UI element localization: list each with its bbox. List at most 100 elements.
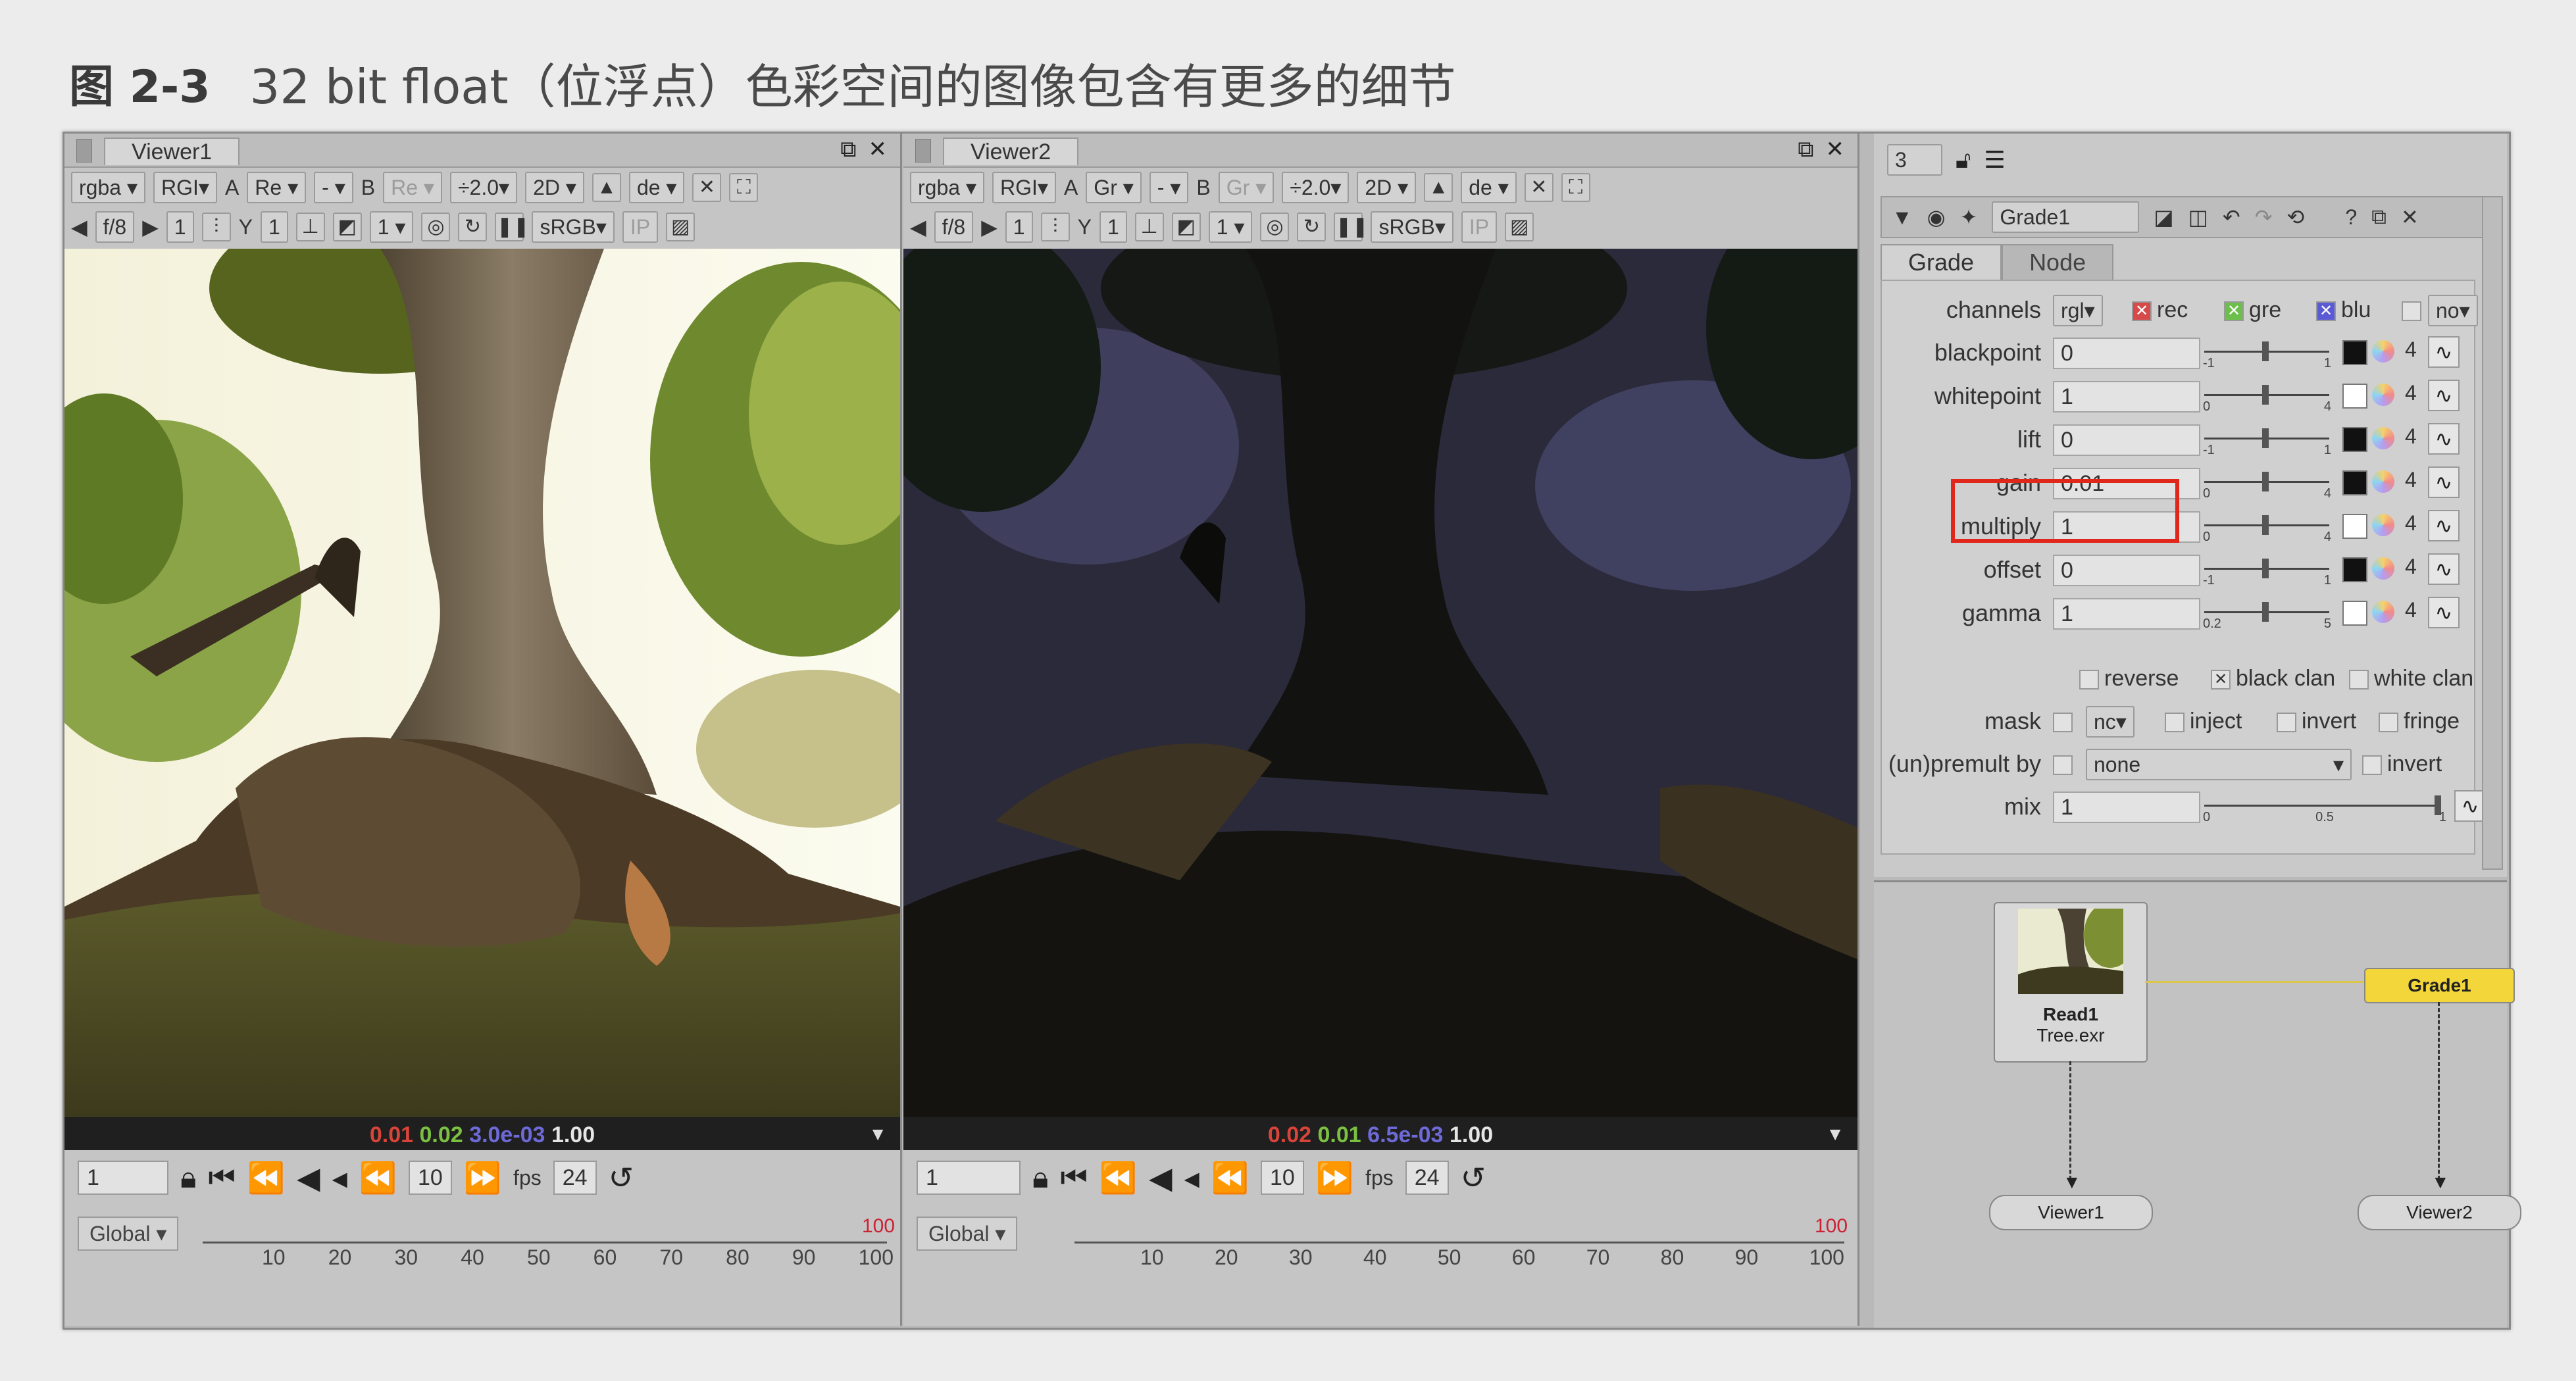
grade-node[interactable]: Grade1 [2364, 968, 2515, 1003]
input-process-icon[interactable]: ◩ [1171, 213, 1201, 241]
viewer2-image[interactable] [903, 249, 1857, 1117]
node-graph[interactable]: Read1 Tree.exr Grade1 ▼ ▼ Viewer1 Viewer… [1874, 880, 2521, 1328]
channel-count-button[interactable]: 4 [2405, 424, 2417, 449]
channel-count-button[interactable]: 4 [2405, 555, 2417, 579]
channels-dropdown[interactable]: rgl▾ [2053, 295, 2103, 326]
clear-panels-icon[interactable]: ☰ [1984, 146, 2005, 174]
b-input-dropdown[interactable]: Re ▾ [383, 172, 442, 203]
viewer2-node[interactable]: Viewer2 [2358, 1195, 2521, 1230]
camera-icon[interactable]: ▲ [592, 173, 621, 202]
viewer2-timeline[interactable]: Global ▾ 100 10 20 30 40 50 60 70 80 90 100 [903, 1213, 1857, 1269]
whitepoint-field[interactable]: 1 [2053, 381, 2200, 413]
max-panels-field[interactable]: 3 [1887, 144, 1942, 176]
loop-icon[interactable]: ↺ [1461, 1160, 1486, 1195]
info-expand-icon[interactable]: ▼ [1826, 1124, 1844, 1145]
inject-checkbox[interactable]: inject [2165, 709, 2242, 734]
fstop-field[interactable]: f/8 [934, 211, 974, 243]
input-dropdown[interactable]: 1 ▾ [369, 211, 414, 243]
premult-dropdown[interactable]: none ▾ [2086, 749, 2352, 780]
panel-grip-icon[interactable] [915, 139, 931, 163]
animation-curve-icon[interactable]: ∿ [2428, 597, 2460, 628]
node-color2-icon[interactable]: ◫ [2188, 205, 2208, 230]
next-stop-icon[interactable]: ▶ [142, 214, 159, 239]
whitepoint-color-swatch[interactable] [2342, 384, 2367, 409]
first-frame-icon[interactable]: ⏮ [208, 1159, 235, 1196]
lut-dropdown[interactable]: RGI▾ [992, 172, 1056, 203]
lift-color-swatch[interactable] [2342, 427, 2367, 452]
fps-field[interactable]: 24 [1405, 1161, 1449, 1195]
clipping-warning-icon[interactable]: ▨ [1505, 213, 1534, 241]
color-wheel-icon[interactable] [2372, 340, 2394, 363]
channel-count-button[interactable]: 4 [2405, 381, 2417, 405]
refresh-icon[interactable]: ↻ [1297, 213, 1326, 241]
blackpoint-slider[interactable] [2204, 341, 2329, 361]
float-panel-icon[interactable]: ⧉ [840, 137, 856, 162]
fringe-checkbox[interactable]: fringe [2379, 709, 2460, 734]
gamma-field[interactable]: 1 [260, 211, 288, 243]
prev-keyframe-icon[interactable]: ⏪ [1099, 1160, 1137, 1196]
channels-dropdown[interactable]: rgba ▾ [71, 172, 145, 203]
help-icon[interactable]: ? [2345, 205, 2357, 230]
loop-icon[interactable]: ↺ [609, 1160, 634, 1195]
prev-frame-icon[interactable]: ◀ [1149, 1160, 1172, 1195]
red-channel-toggle[interactable]: ✕ rec [2132, 297, 2188, 323]
gain-field[interactable]: 1 [1005, 211, 1033, 243]
step-increment-field[interactable]: 10 [1260, 1161, 1304, 1195]
prev-frame-icon[interactable]: ◀ [297, 1160, 320, 1195]
offset-slider[interactable] [2204, 559, 2329, 578]
animation-curve-icon[interactable]: ∿ [2428, 423, 2460, 455]
channels-dropdown[interactable]: rgba ▾ [910, 172, 984, 203]
fps-field[interactable]: 24 [553, 1161, 597, 1195]
blue-channel-toggle[interactable]: ✕ blu [2316, 297, 2371, 323]
a-input-dropdown[interactable]: Gr ▾ [1086, 172, 1142, 203]
fullscreen-icon[interactable]: ⛶ [729, 173, 759, 202]
fstop-field[interactable]: f/8 [95, 211, 135, 243]
black-clamp-checkbox[interactable]: ✕ black clan [2211, 666, 2335, 691]
gain-slider-icon[interactable]: ⫶ [1040, 213, 1070, 241]
offset-color-swatch[interactable] [2342, 557, 2367, 582]
gamma-field[interactable]: 1 [1099, 211, 1127, 243]
blackpoint-color-swatch[interactable] [2342, 340, 2367, 365]
view-mode-dropdown[interactable]: 2D ▾ [525, 172, 584, 203]
collapse-icon[interactable]: ▼ [1892, 205, 1913, 230]
step-back-icon[interactable]: ⏪ [359, 1160, 397, 1196]
channel-count-button[interactable]: 4 [2405, 598, 2417, 622]
b-input-dropdown[interactable]: Gr ▾ [1218, 172, 1275, 203]
tab-node[interactable]: Node [2002, 244, 2114, 280]
current-frame-field[interactable]: 1 [917, 1161, 1021, 1195]
revert-icon[interactable]: ⟲ [2287, 205, 2305, 230]
step-back-icon[interactable]: ⏪ [1211, 1160, 1249, 1196]
gain-field[interactable]: 1 [166, 211, 194, 243]
premult-checkbox[interactable] [2053, 751, 2078, 777]
bird-icon[interactable]: ✦ [1960, 205, 1978, 230]
float-icon[interactable]: ⧉ [2371, 205, 2387, 230]
info-expand-icon[interactable]: ▼ [869, 1124, 887, 1145]
tab-grade[interactable]: Grade [1881, 244, 2002, 280]
animation-curve-icon[interactable]: ∿ [2428, 553, 2460, 585]
node-color-icon[interactable]: ◪ [2154, 205, 2173, 230]
target-icon[interactable]: ◎ [421, 213, 451, 241]
fullscreen-icon[interactable]: ⛶ [1561, 173, 1590, 202]
viewer1-timeline[interactable]: Global ▾ 100 10 20 30 40 50 60 70 80 90 100 [64, 1213, 900, 1269]
gain-slider[interactable] [2204, 472, 2329, 491]
properties-scrollbar[interactable] [2482, 196, 2503, 870]
clipping-warning-icon[interactable]: ▨ [666, 213, 695, 241]
colorspace-dropdown[interactable]: sRGB▾ [1371, 211, 1453, 243]
pause-icon[interactable]: ❚❚ [1334, 213, 1369, 241]
channel-count-button[interactable]: 4 [2405, 338, 2417, 362]
viewer1-image[interactable] [64, 249, 900, 1117]
color-wheel-icon[interactable] [2372, 601, 2394, 623]
mix-animation-icon[interactable]: ∿ [2454, 790, 2486, 822]
animation-curve-icon[interactable]: ∿ [2428, 510, 2460, 541]
lut-dropdown[interactable]: RGI▾ [153, 172, 217, 203]
current-frame-field[interactable]: 1 [78, 1161, 168, 1195]
lock-icon[interactable]: 🔒︎ [180, 1159, 196, 1196]
channel-count-button[interactable]: 4 [2405, 468, 2417, 492]
next-stop-icon[interactable]: ▶ [981, 214, 998, 239]
pause-icon[interactable]: ❚❚ [495, 213, 530, 241]
node-name-field[interactable]: Grade1 [1992, 201, 2140, 233]
gamma-slider-icon[interactable]: ⊥ [1134, 213, 1164, 241]
whitepoint-slider[interactable] [2204, 385, 2329, 405]
gamma-field[interactable]: 1 [2053, 598, 2200, 630]
ip-button[interactable]: IP [1461, 211, 1498, 243]
